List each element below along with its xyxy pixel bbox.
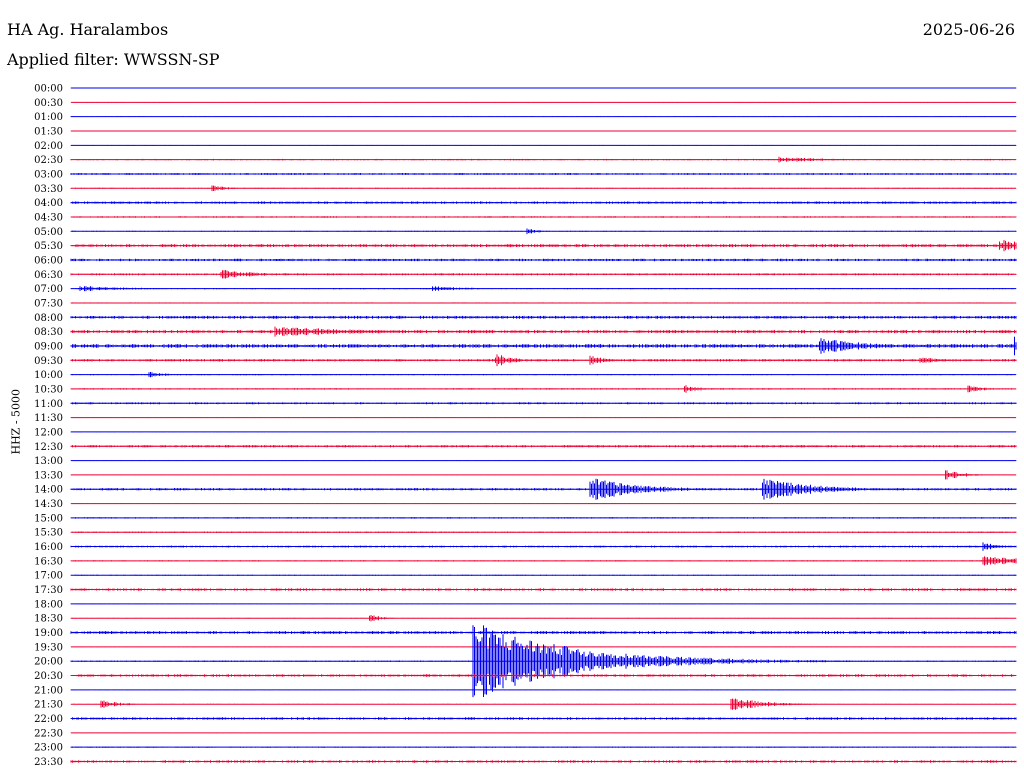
time-tick-label: 04:30	[34, 212, 63, 223]
time-tick-label: 14:30	[34, 499, 63, 510]
time-tick-label: 10:00	[34, 370, 63, 381]
time-tick-label: 17:30	[34, 585, 63, 596]
time-tick-label: 16:30	[34, 556, 63, 567]
time-tick-label: 18:00	[34, 599, 63, 610]
time-tick-label: 07:30	[34, 298, 63, 309]
time-tick-label: 00:00	[34, 84, 63, 95]
time-tick-label: 05:30	[34, 241, 63, 252]
time-tick-label: 16:00	[34, 542, 63, 553]
time-tick-label: 05:00	[34, 227, 63, 238]
time-tick-label: 09:00	[34, 341, 63, 352]
time-tick-label: 11:30	[34, 413, 63, 424]
time-tick-label: 19:30	[34, 642, 63, 653]
time-tick-label: 06:00	[34, 255, 63, 266]
time-tick-label: 18:30	[34, 614, 63, 625]
time-tick-label: 20:00	[34, 657, 63, 668]
time-tick-label: 17:00	[34, 571, 63, 582]
time-tick-label: 03:30	[34, 184, 63, 195]
time-tick-label: 21:00	[34, 685, 63, 696]
time-tick-label: 13:00	[34, 456, 63, 467]
time-tick-label: 21:30	[34, 700, 63, 711]
time-tick-label: 03:00	[34, 169, 63, 180]
time-tick-label: 01:30	[34, 126, 63, 137]
time-tick-label: 06:30	[34, 270, 63, 281]
time-tick-label: 08:30	[34, 327, 63, 338]
time-tick-label: 15:30	[34, 528, 63, 539]
time-tick-label: 13:30	[34, 470, 63, 481]
time-tick-label: 10:30	[34, 384, 63, 395]
time-tick-label: 22:00	[34, 714, 63, 725]
time-tick-label: 23:00	[34, 743, 63, 754]
time-tick-label: 14:00	[34, 485, 63, 496]
time-tick-label: 04:00	[34, 198, 63, 209]
time-tick-label: 00:30	[34, 98, 63, 109]
time-tick-label: 09:30	[34, 356, 63, 367]
time-tick-label: 19:00	[34, 628, 63, 639]
time-tick-label: 15:00	[34, 513, 63, 524]
time-tick-label: 02:00	[34, 141, 63, 152]
time-tick-label: 07:00	[34, 284, 63, 295]
time-tick-label: 02:30	[34, 155, 63, 166]
time-tick-label: 01:00	[34, 112, 63, 123]
time-tick-label: 08:00	[34, 313, 63, 324]
time-tick-label: 12:30	[34, 442, 63, 453]
time-tick-label: 11:00	[34, 399, 63, 410]
time-tick-label: 12:00	[34, 427, 63, 438]
time-tick-label: 20:30	[34, 671, 63, 682]
time-tick-label: 23:30	[34, 757, 63, 768]
time-tick-label: 22:30	[34, 728, 63, 739]
helicorder-plot: 00:00 00:30 01:00 01:30 02:00 02:30 03:00 03:30…	[34, 84, 1017, 768]
